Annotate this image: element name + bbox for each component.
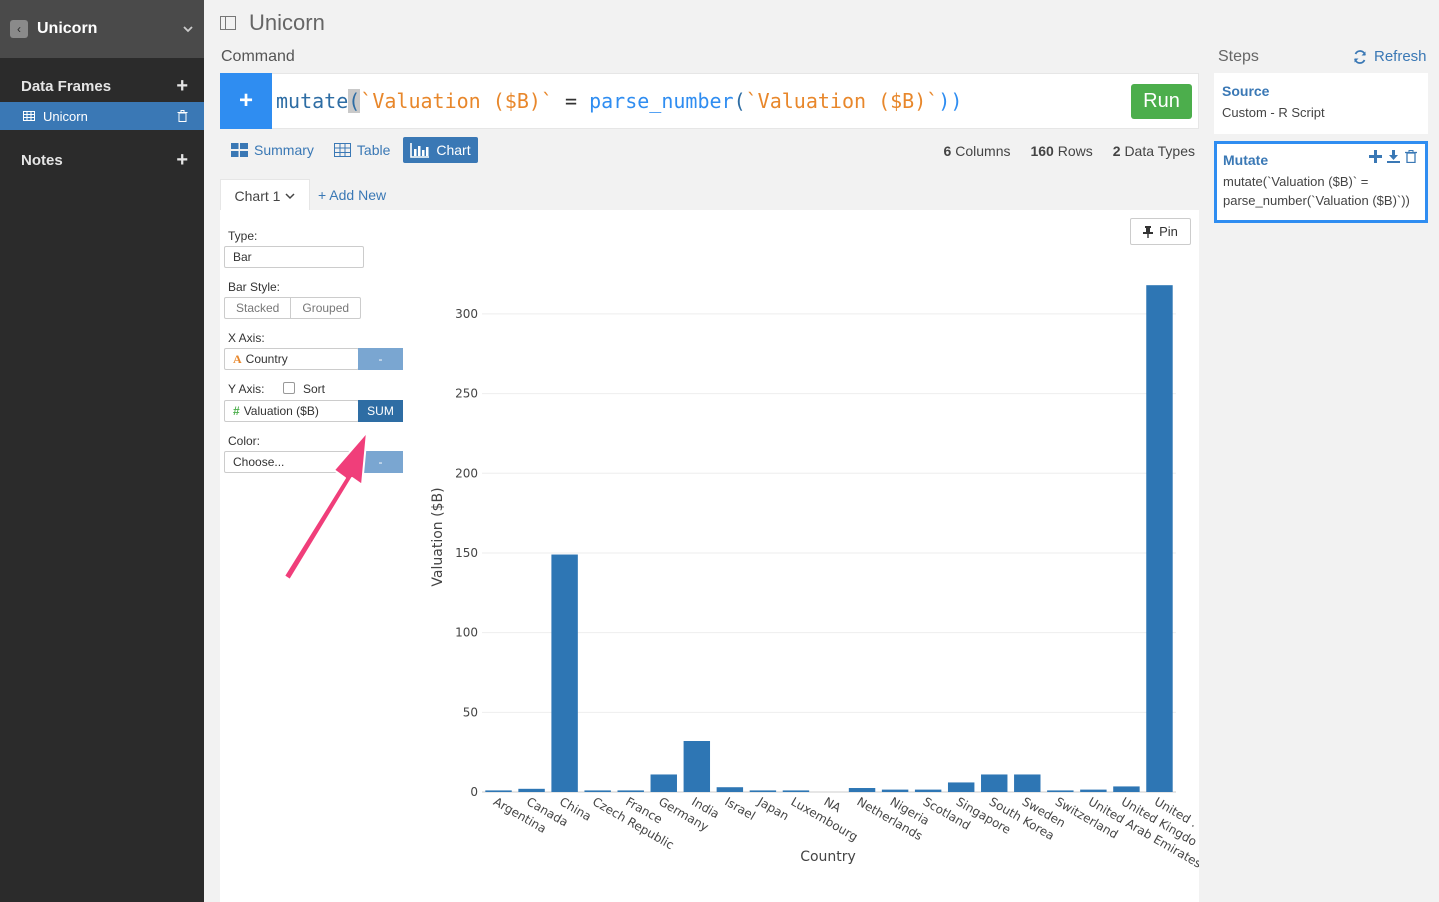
bar-scotland (914, 789, 942, 792)
y-tick-label: 100 (455, 626, 478, 640)
tab-table[interactable]: Table (327, 137, 397, 163)
summary-icon (231, 143, 248, 157)
back-icon[interactable]: ‹ (10, 20, 28, 38)
bar-chart: 050100150200250300ArgentinaCanadaChinaCz… (430, 285, 1199, 871)
y-tick-label: 50 (463, 705, 478, 719)
step-actions (1369, 150, 1417, 163)
y-axis-title: Valuation ($B) (430, 487, 446, 586)
run-button[interactable]: Run (1131, 83, 1192, 119)
sidebar: ‹ Unicorn Data Frames + Unicorn Notes + (0, 0, 204, 902)
x-axis-title: Country (800, 849, 856, 865)
bar-chart-icon (410, 142, 430, 158)
page-title-text: Unicorn (249, 10, 325, 35)
tab-chart[interactable]: Chart (403, 137, 478, 163)
table-icon (23, 111, 35, 121)
y-tick-label: 300 (455, 307, 478, 321)
bar-germany (650, 774, 677, 792)
command-editor[interactable]: + mutate(`Valuation ($B)` = parse_number… (220, 72, 1199, 129)
tab-summary[interactable]: Summary (224, 137, 321, 163)
step-source[interactable]: Source Custom - R Script (1214, 73, 1428, 134)
rows-count: 160 Rows (1030, 143, 1093, 159)
refresh-button[interactable]: Refresh (1353, 48, 1427, 65)
add-step-button[interactable]: + (220, 72, 272, 129)
bar-canada (518, 788, 545, 792)
data-frame-icon (220, 16, 236, 30)
sidebar-item-label: Unicorn (43, 108, 88, 124)
chart-panel: Type: Bar Bar Style: Stacked Grouped X A… (220, 210, 1199, 902)
bar-india (683, 741, 711, 792)
bar-netherlands (848, 788, 876, 792)
steps-label: Steps (1218, 48, 1259, 65)
section-label: Notes (21, 151, 63, 169)
bar-south-korea (981, 774, 1008, 792)
refresh-icon (1354, 49, 1366, 64)
bar-czech-republic (584, 790, 611, 792)
sidebar-header: ‹ Unicorn (0, 0, 204, 58)
bar-china (551, 554, 578, 792)
y-tick-label: 200 (455, 466, 478, 480)
bar-united-arab-emirates (1080, 789, 1107, 792)
bar-nigeria (881, 789, 909, 792)
bar-israel (716, 787, 744, 792)
bar-france (617, 790, 644, 792)
bar-united-kingdom (1113, 786, 1140, 792)
step-title: Source (1222, 83, 1270, 99)
step-desc: Custom - R Script (1222, 105, 1325, 120)
chevron-down-icon[interactable] (182, 23, 194, 35)
sidebar-section-notes: Notes + (0, 144, 204, 176)
download-icon[interactable] (1387, 150, 1400, 163)
sidebar-section-data-frames: Data Frames + (0, 70, 204, 102)
add-new-chart-link[interactable]: + Add New (318, 187, 386, 203)
add-note-icon[interactable]: + (176, 150, 188, 170)
section-label: Data Frames (21, 77, 112, 95)
bar-japan (749, 790, 777, 792)
sidebar-item-unicorn[interactable]: Unicorn (0, 102, 204, 130)
sidebar-title: Unicorn (37, 20, 98, 37)
bar-switzerland (1047, 790, 1074, 792)
trash-icon[interactable] (177, 110, 188, 122)
bar-luxembourg (782, 790, 810, 792)
table-icon (333, 143, 351, 157)
add-data-frame-icon[interactable]: + (176, 76, 188, 96)
columns-count: 6 Columns (943, 143, 1011, 159)
bar-argentina (485, 790, 512, 792)
y-tick-label: 0 (470, 785, 478, 799)
command-input[interactable]: mutate(`Valuation ($B)` = parse_number(`… (276, 89, 1131, 113)
y-tick-label: 250 (455, 387, 478, 401)
bar-sweden (1014, 774, 1041, 792)
plus-icon[interactable] (1369, 150, 1382, 163)
chevron-down-icon (285, 192, 295, 199)
bar-united-states (1146, 285, 1173, 792)
view-tabs: Summary Table Chart (224, 137, 484, 163)
step-mutate[interactable]: Mutate mutate(`Valuation ($B)` = parse_n… (1214, 141, 1428, 223)
types-count: 2 Data Types (1112, 143, 1195, 159)
y-tick-label: 150 (455, 546, 478, 560)
trash-icon[interactable] (1405, 150, 1417, 163)
x-tick-label: Japan (755, 794, 792, 823)
bar-singapore (947, 782, 975, 792)
x-tick-label: Israel (722, 794, 757, 823)
page-title: Unicorn (220, 10, 325, 36)
command-label: Command (221, 48, 295, 65)
step-desc: mutate(`Valuation ($B)` = parse_number(`… (1223, 174, 1410, 208)
data-stats: 6 Columns 160 Rows 2 Data Types (944, 143, 1195, 159)
chart-tab[interactable]: Chart 1 (220, 179, 310, 211)
